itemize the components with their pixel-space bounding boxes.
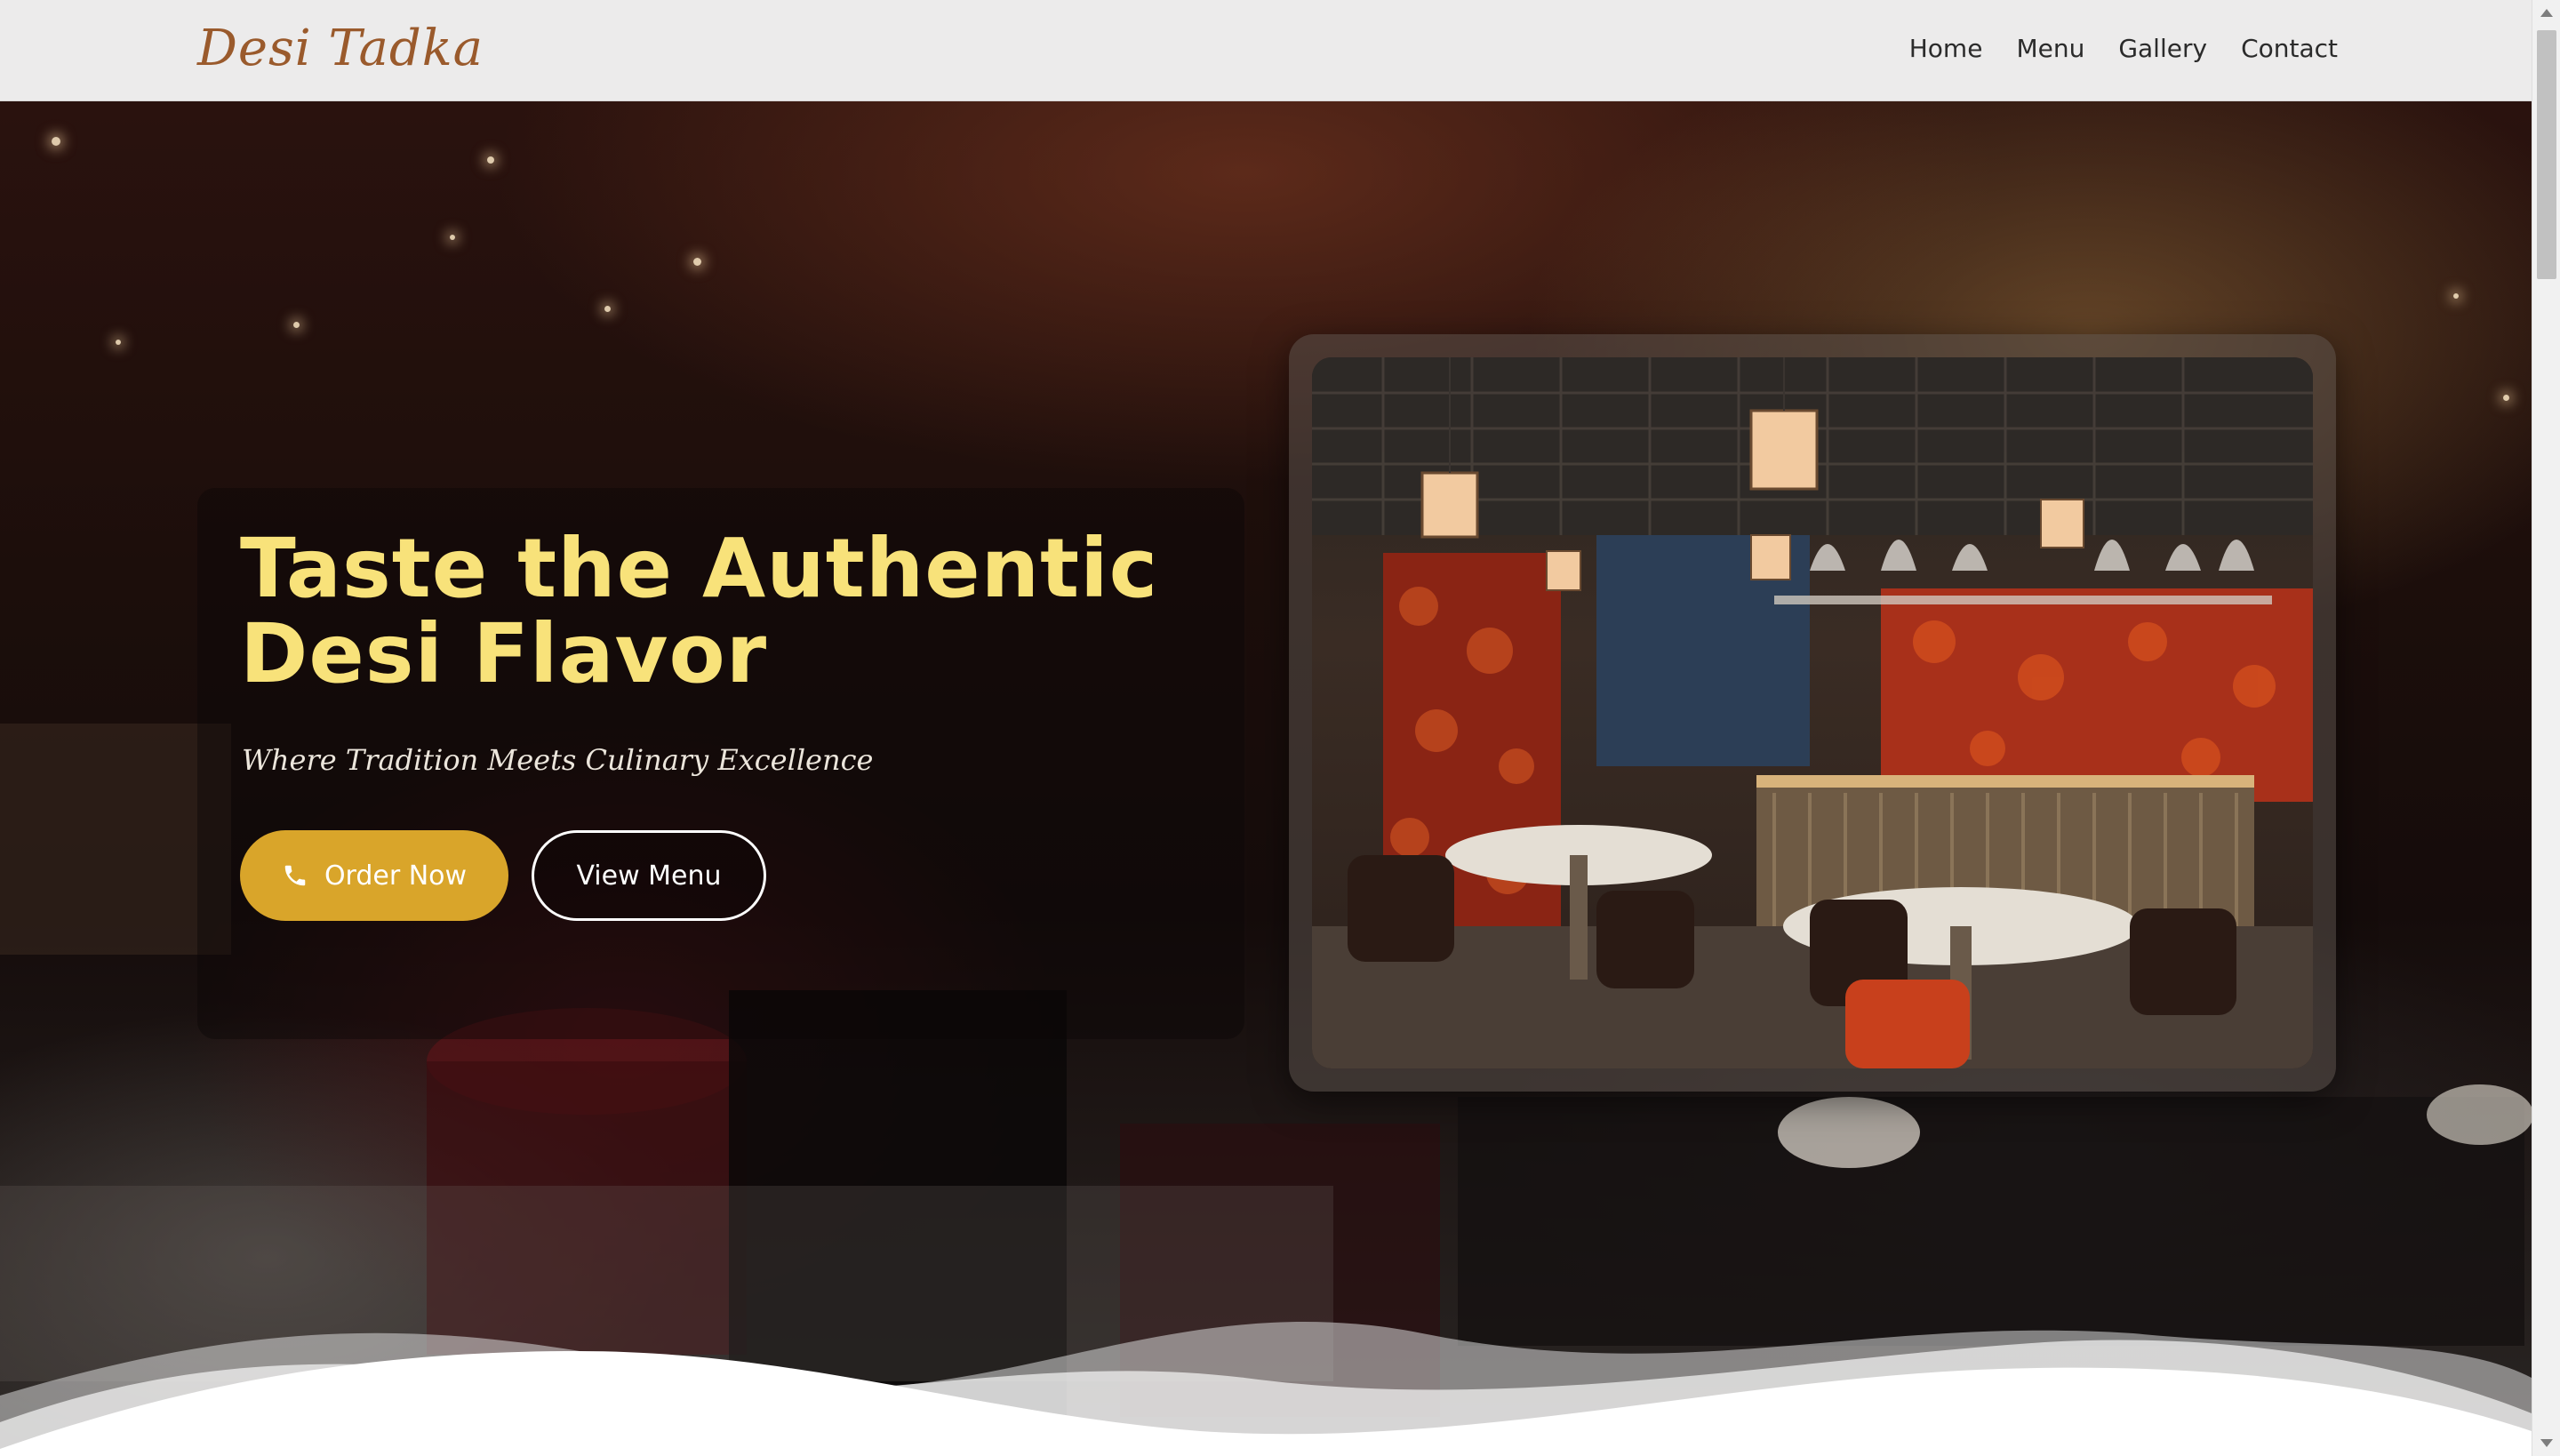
phone-icon xyxy=(284,865,306,886)
view-menu-label: View Menu xyxy=(576,860,722,892)
nav-item-menu[interactable]: Menu xyxy=(2016,34,2084,63)
navbar: Desi Tadka Home Menu Gallery Contact xyxy=(0,0,2532,101)
headline-line-2: Desi Flavor xyxy=(240,606,768,701)
scroll-up-arrow-icon[interactable] xyxy=(2540,9,2553,17)
order-now-label: Order Now xyxy=(324,860,468,892)
scroll-thumb[interactable] xyxy=(2537,30,2556,279)
wave-divider xyxy=(0,1321,2532,1456)
restaurant-illustration xyxy=(1312,357,2313,1068)
hero-headline: Taste the Authentic Desi Flavor xyxy=(240,526,1218,697)
restaurant-interior-image xyxy=(1312,357,2313,1068)
nav-item-contact[interactable]: Contact xyxy=(2241,34,2338,63)
nav-links: Home Menu Gallery Contact xyxy=(1909,34,2338,63)
view-menu-button[interactable]: View Menu xyxy=(532,830,766,921)
nav-item-gallery[interactable]: Gallery xyxy=(2118,34,2207,63)
page: Desi Tadka Home Menu Gallery Contact Tas… xyxy=(0,0,2560,1456)
hero-tagline: Where Tradition Meets Culinary Excellenc… xyxy=(242,743,874,777)
order-now-button[interactable]: Order Now xyxy=(240,830,508,921)
logo[interactable]: Desi Tadka xyxy=(197,20,484,77)
hero-image-frame xyxy=(1289,334,2336,1092)
page-scrollbar[interactable] xyxy=(2532,0,2560,1456)
nav-item-home[interactable]: Home xyxy=(1909,34,1983,63)
scroll-down-arrow-icon[interactable] xyxy=(2540,1439,2553,1447)
headline-line-1: Taste the Authentic xyxy=(240,521,1159,616)
